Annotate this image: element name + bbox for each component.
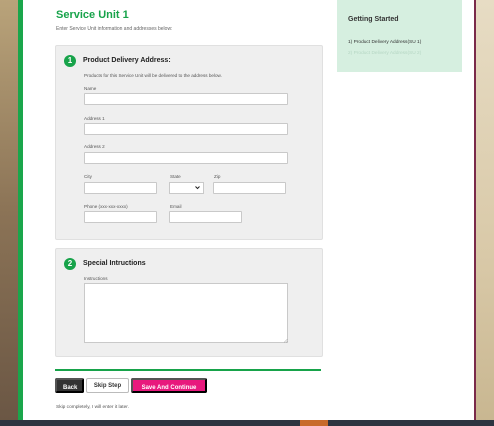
chevron-down-icon <box>195 186 200 190</box>
right-border-line <box>474 0 476 426</box>
zip-label: Zip <box>214 174 221 179</box>
step-2-badge: 2 <box>64 258 76 270</box>
address1-label: Address 1 <box>84 116 105 121</box>
email-label: Email <box>170 204 182 209</box>
bottom-bar-accent <box>300 420 328 426</box>
name-label: Name <box>84 86 97 91</box>
address2-input[interactable] <box>84 152 288 164</box>
skip-completely-link[interactable]: Skip completely, I will enter it later. <box>56 405 129 410</box>
zip-input[interactable] <box>213 182 286 194</box>
sidebar-item-su2[interactable]: 2) Product Delivery Address(SU 2) <box>348 51 421 56</box>
address2-label: Address 2 <box>84 144 105 149</box>
instructions-label: Instructions <box>84 276 108 281</box>
delivery-address-description: Products for this Service Unit will be d… <box>84 73 222 78</box>
phone-label: Phone (xxx-xxx-xxxx) <box>84 204 128 209</box>
phone-input[interactable] <box>84 211 157 223</box>
left-decorative-strip <box>0 0 18 426</box>
delivery-address-title: Product Delivery Address: <box>83 57 171 64</box>
back-button[interactable]: Back <box>55 378 84 393</box>
getting-started-sidebar <box>337 0 462 72</box>
resize-grip-icon[interactable] <box>283 338 288 343</box>
email-input[interactable] <box>169 211 242 223</box>
bottom-bar <box>0 420 494 426</box>
state-select[interactable] <box>169 182 204 194</box>
page-title: Service Unit 1 <box>56 9 129 21</box>
left-green-border <box>18 0 23 426</box>
city-label: City <box>84 174 92 179</box>
special-instructions-title: Special Intructions <box>83 260 146 267</box>
skip-step-button[interactable]: Skip Step <box>86 378 129 393</box>
right-decorative-strip <box>476 0 494 426</box>
name-input[interactable] <box>84 93 288 105</box>
save-and-continue-button[interactable]: Save And Continue <box>131 378 207 393</box>
step-1-badge: 1 <box>64 55 76 67</box>
section-divider <box>55 369 321 371</box>
city-input[interactable] <box>84 182 157 194</box>
address1-input[interactable] <box>84 123 288 135</box>
state-label: State <box>170 174 181 179</box>
sidebar-item-su1[interactable]: 1) Product Delivery Address(SU 1) <box>348 40 421 45</box>
sidebar-title: Getting Started <box>348 16 399 23</box>
page-subtitle: Enter Service Unit information and addre… <box>56 26 173 32</box>
instructions-textarea[interactable] <box>84 283 288 343</box>
